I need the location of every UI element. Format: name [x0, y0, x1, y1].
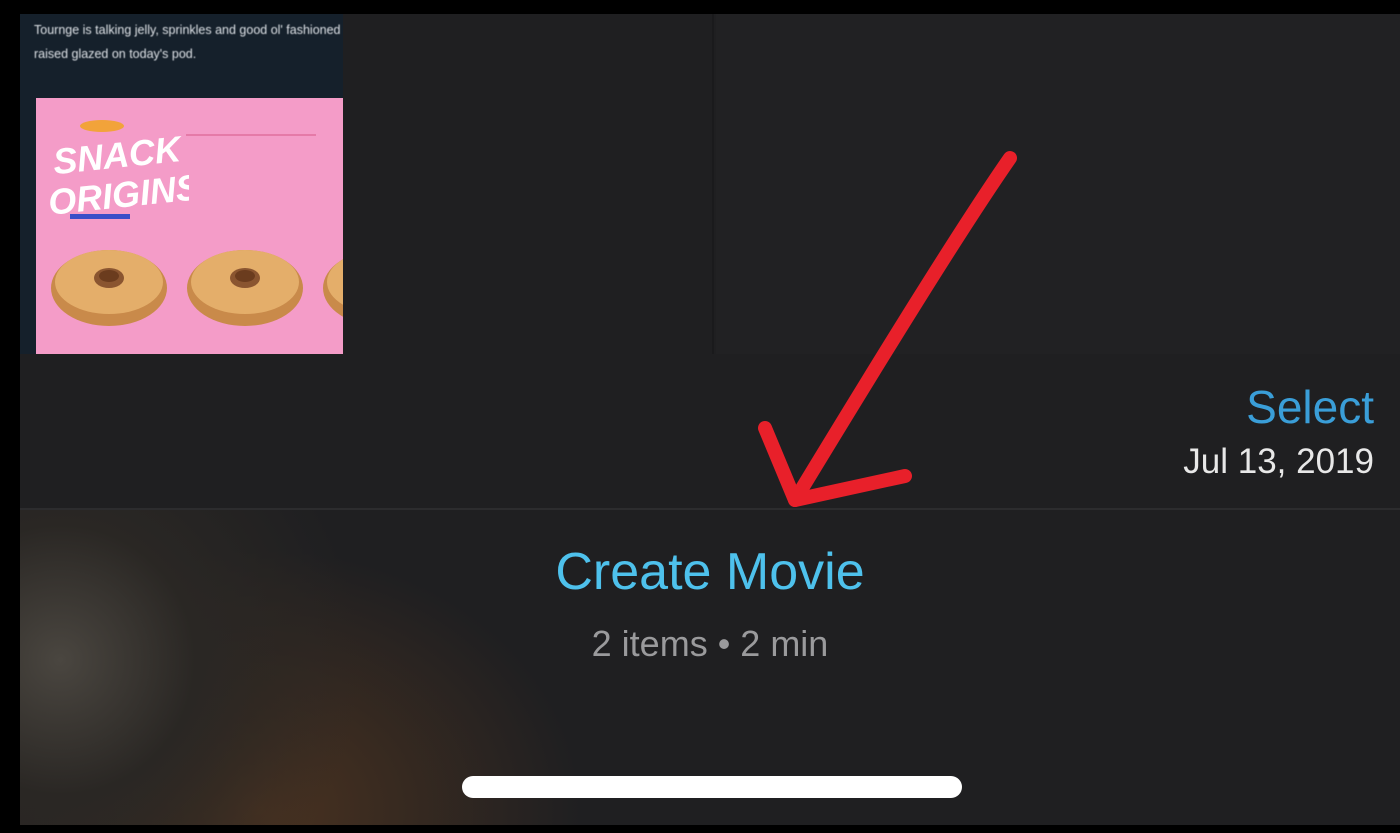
home-indicator[interactable] — [462, 776, 962, 798]
movie-meta: 2 items • 2 min — [591, 623, 829, 664]
divider — [186, 134, 316, 136]
create-movie-button[interactable]: Create Movie — [20, 542, 1400, 602]
donut-image: SNACK ORIGINS — [36, 98, 343, 354]
select-button[interactable]: Select — [1246, 380, 1374, 434]
photo-grid: Tournge is talking jelly, sprinkles and … — [20, 14, 1400, 354]
donut-graphic — [323, 259, 343, 317]
photo-thumbnail[interactable]: Tournge is talking jelly, sprinkles and … — [20, 14, 343, 354]
create-movie-bar: Create Movie 2 items • 2 min — [20, 508, 1400, 825]
photo-thumbnail[interactable] — [716, 14, 1400, 354]
date-label: Jul 13, 2019 — [1183, 442, 1374, 481]
snack-origins-logo: SNACK ORIGINS — [46, 120, 189, 223]
photo-thumbnail[interactable] — [350, 14, 712, 354]
tweet-text: Tournge is talking jelly, sprinkles and … — [34, 23, 341, 61]
donut-graphic — [51, 250, 167, 326]
grid-divider — [712, 14, 714, 354]
donut-graphic — [187, 250, 303, 326]
photos-screen: Tournge is talking jelly, sprinkles and … — [20, 14, 1400, 825]
